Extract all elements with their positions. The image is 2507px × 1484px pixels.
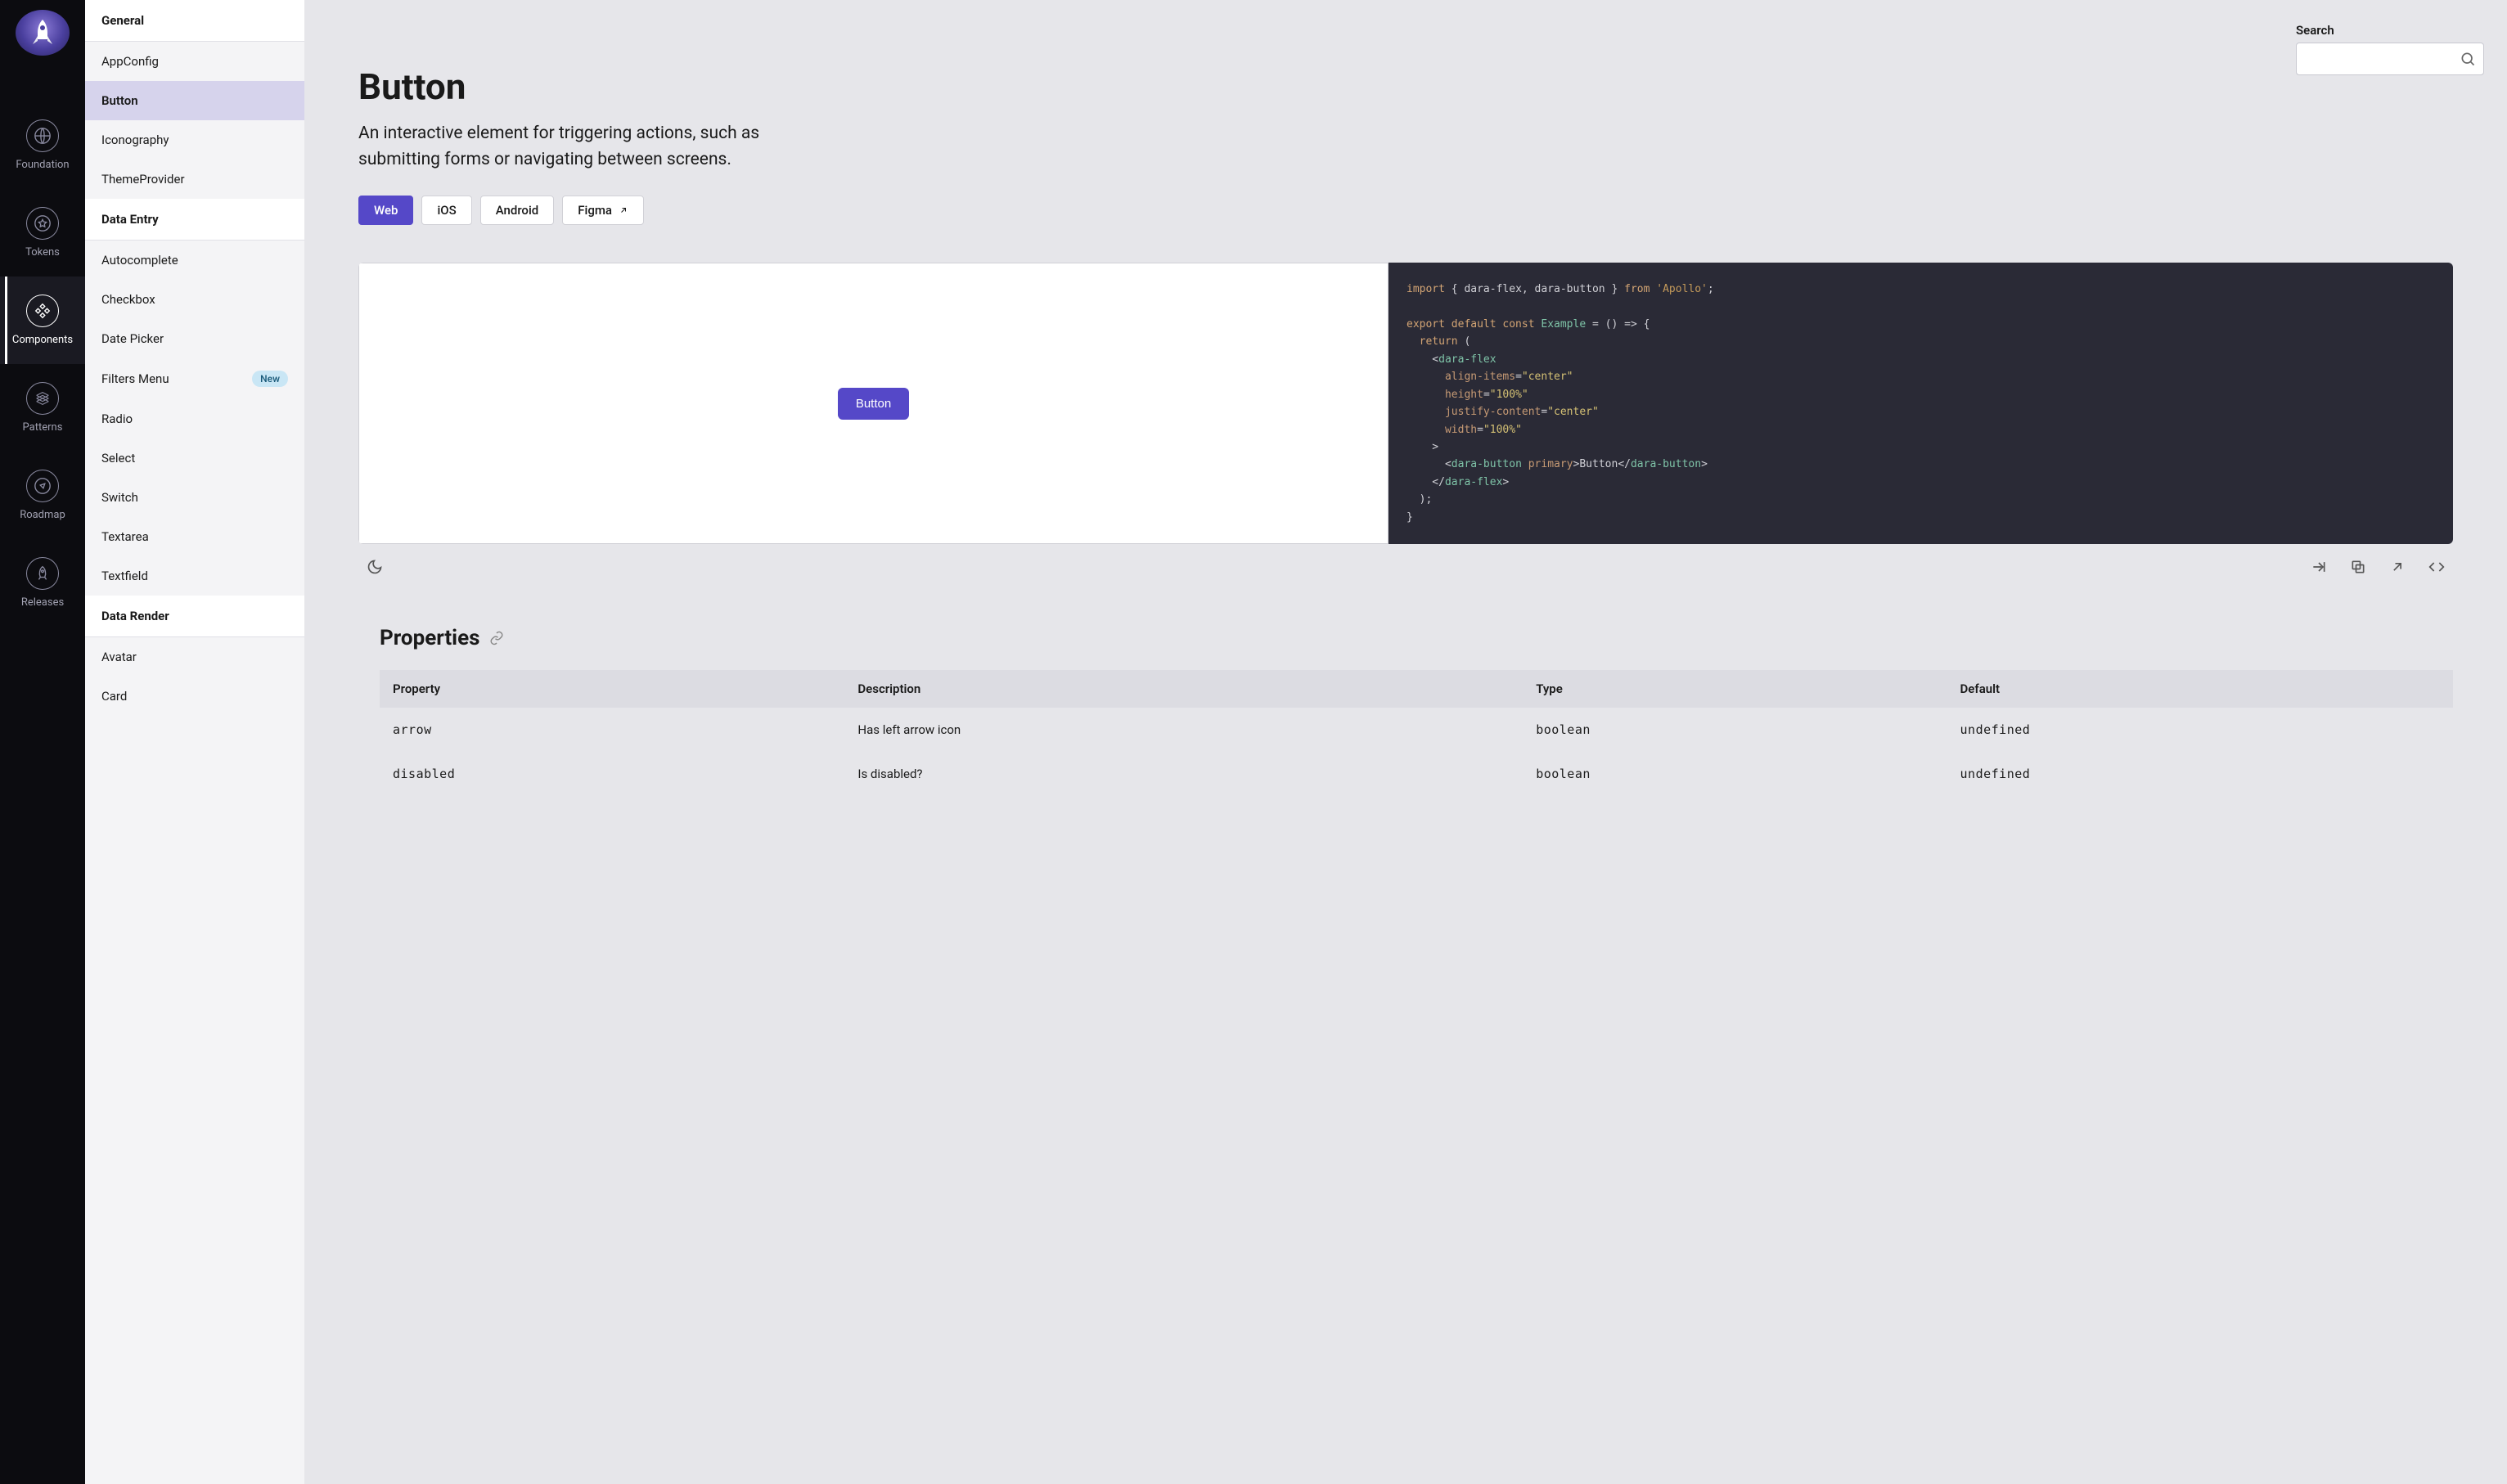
nav-patterns[interactable]: Patterns bbox=[0, 364, 85, 452]
table-header-row: Property Description Type Default bbox=[380, 670, 2453, 708]
platform-tabs: Web iOS Android Figma bbox=[358, 196, 2453, 225]
sidebar-item-textfield[interactable]: Textfield bbox=[85, 556, 304, 596]
properties-table: Property Description Type Default arrow … bbox=[380, 670, 2453, 796]
new-badge: New bbox=[252, 371, 288, 387]
search-icon bbox=[2460, 51, 2476, 67]
theme-toggle-button[interactable] bbox=[365, 557, 385, 577]
nav-tokens[interactable]: Tokens bbox=[0, 189, 85, 277]
col-property: Property bbox=[380, 670, 844, 708]
properties-heading: Properties bbox=[380, 626, 2453, 650]
nav-components[interactable]: Components bbox=[0, 277, 85, 364]
demo-toolbar bbox=[358, 554, 2453, 577]
search-label: Search bbox=[2296, 23, 2484, 38]
rocket-outline-icon bbox=[26, 557, 59, 590]
sidebar-item-appconfig[interactable]: AppConfig bbox=[85, 42, 304, 81]
grid-icon bbox=[26, 382, 59, 415]
page-description: An interactive element for triggering ac… bbox=[358, 121, 817, 173]
nav-foundation[interactable]: Foundation bbox=[0, 101, 85, 189]
demo-preview: Button bbox=[358, 263, 1389, 544]
globe-icon bbox=[26, 119, 59, 152]
sidebar: General AppConfig Button Iconography The… bbox=[85, 0, 304, 1484]
prop-default: undefined bbox=[1947, 752, 2453, 796]
diamonds-icon bbox=[26, 295, 59, 327]
sidebar-item-themeprovider[interactable]: ThemeProvider bbox=[85, 160, 304, 199]
sidebar-item-checkbox[interactable]: Checkbox bbox=[85, 280, 304, 319]
moon-icon bbox=[367, 559, 383, 575]
prop-type: boolean bbox=[1523, 752, 1947, 796]
app-logo[interactable] bbox=[16, 10, 70, 56]
prop-name: arrow bbox=[380, 708, 844, 752]
arrow-up-right-icon bbox=[2389, 559, 2406, 575]
prop-default: undefined bbox=[1947, 708, 2453, 752]
col-default: Default bbox=[1947, 670, 2453, 708]
demo-code: import { dara-flex, dara-button } from '… bbox=[1389, 263, 2453, 544]
external-link-icon bbox=[619, 205, 628, 215]
sidebar-item-textarea[interactable]: Textarea bbox=[85, 517, 304, 556]
tab-android[interactable]: Android bbox=[480, 196, 555, 225]
code-icon bbox=[2428, 559, 2445, 575]
col-type: Type bbox=[1523, 670, 1947, 708]
sidebar-group-dataentry: Data Entry bbox=[85, 199, 304, 241]
nav-roadmap[interactable]: Roadmap bbox=[0, 452, 85, 539]
tab-web[interactable]: Web bbox=[358, 196, 413, 225]
search-wrap: Search bbox=[2296, 23, 2484, 75]
main-content: Search Button An interactive element for… bbox=[304, 0, 2507, 1484]
sidebar-item-autocomplete[interactable]: Autocomplete bbox=[85, 241, 304, 280]
table-row: disabled Is disabled? boolean undefined bbox=[380, 752, 2453, 796]
tab-figma[interactable]: Figma bbox=[562, 196, 644, 225]
star-circle-icon bbox=[26, 207, 59, 240]
demo-button[interactable]: Button bbox=[838, 388, 909, 420]
page-title: Button bbox=[358, 65, 2453, 108]
nav-label: Foundation bbox=[16, 159, 69, 171]
nav-rail: Foundation Tokens Components Patterns Ro… bbox=[0, 0, 85, 1484]
tab-ios[interactable]: iOS bbox=[421, 196, 471, 225]
sidebar-item-filtersmenu[interactable]: Filters Menu New bbox=[85, 358, 304, 399]
table-row: arrow Has left arrow icon boolean undefi… bbox=[380, 708, 2453, 752]
copy-button[interactable] bbox=[2348, 557, 2368, 577]
sidebar-item-select[interactable]: Select bbox=[85, 438, 304, 478]
prop-desc: Is disabled? bbox=[844, 752, 1523, 796]
collapse-button[interactable] bbox=[2309, 557, 2329, 577]
sidebar-item-iconography[interactable]: Iconography bbox=[85, 120, 304, 160]
demo-panel: Button import { dara-flex, dara-button }… bbox=[358, 263, 2453, 544]
sidebar-item-button[interactable]: Button bbox=[85, 81, 304, 120]
sidebar-item-radio[interactable]: Radio bbox=[85, 399, 304, 438]
prop-type: boolean bbox=[1523, 708, 1947, 752]
nav-label: Patterns bbox=[23, 421, 63, 434]
sidebar-group-datarender: Data Render bbox=[85, 596, 304, 637]
nav-releases[interactable]: Releases bbox=[0, 539, 85, 627]
nav-label: Components bbox=[12, 334, 73, 346]
nav-label: Tokens bbox=[25, 246, 60, 259]
link-icon[interactable] bbox=[489, 631, 504, 645]
sidebar-item-avatar[interactable]: Avatar bbox=[85, 637, 304, 677]
copy-icon bbox=[2350, 559, 2366, 575]
search-input[interactable] bbox=[2296, 43, 2484, 75]
open-external-button[interactable] bbox=[2388, 557, 2407, 577]
prop-desc: Has left arrow icon bbox=[844, 708, 1523, 752]
nav-label: Releases bbox=[21, 596, 64, 609]
prop-name: disabled bbox=[380, 752, 844, 796]
compass-icon bbox=[26, 470, 59, 502]
sidebar-item-card[interactable]: Card bbox=[85, 677, 304, 716]
rocket-icon bbox=[26, 16, 59, 49]
nav-label: Roadmap bbox=[20, 509, 65, 521]
arrow-right-to-line-icon bbox=[2311, 559, 2327, 575]
toggle-code-button[interactable] bbox=[2427, 557, 2446, 577]
sidebar-group-general: General bbox=[85, 0, 304, 42]
sidebar-item-datepicker[interactable]: Date Picker bbox=[85, 319, 304, 358]
col-description: Description bbox=[844, 670, 1523, 708]
sidebar-item-switch[interactable]: Switch bbox=[85, 478, 304, 517]
